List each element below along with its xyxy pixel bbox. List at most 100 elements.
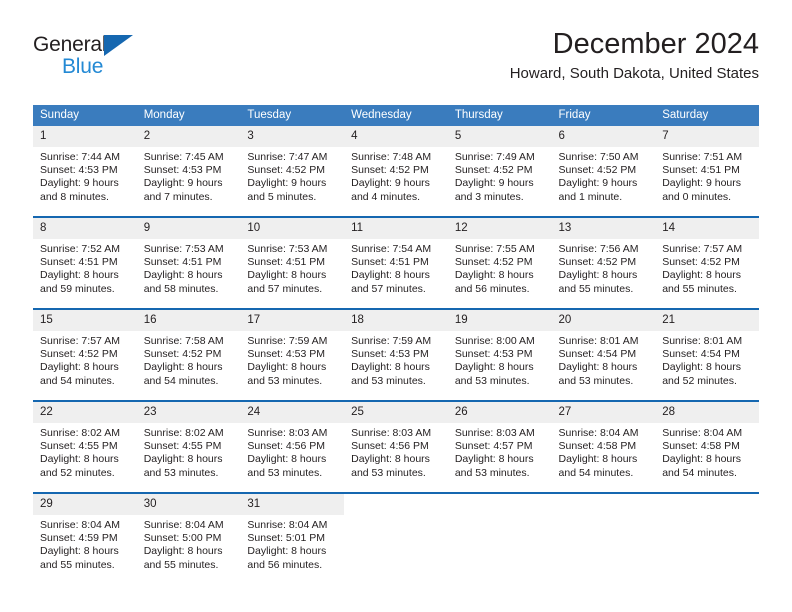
calendar-day-cell[interactable]: 23 Sunrise: 8:02 AM Sunset: 4:55 PM Dayligh… xyxy=(136,402,241,492)
day-sunset-text: Sunset: 4:53 PM xyxy=(454,348,533,361)
day-daylight2-text: and 53 minutes. xyxy=(143,466,219,479)
day-cell-inner: 11 Sunrise: 7:54 AM Sunset: 4:51 PM Dayligh… xyxy=(344,218,448,308)
calendar-day-cell[interactable]: 16 Sunrise: 7:58 AM Sunset: 4:52 PM Dayligh… xyxy=(136,310,241,400)
day-daylight2-text: and 5 minutes. xyxy=(247,190,317,203)
day-details: Sunrise: 7:57 AM Sunset: 4:52 PM Daylight:… xyxy=(655,239,759,296)
calendar-day-cell[interactable]: 17 Sunrise: 7:59 AM Sunset: 4:53 PM Dayligh… xyxy=(240,310,345,400)
day-daylight2-text: and 54 minutes. xyxy=(40,374,115,387)
day-sunrise-text: Sunrise: 7:58 AM xyxy=(143,335,224,347)
day-number: 8 xyxy=(33,218,137,239)
calendar-header-row: Sunday Monday Tuesday Wednesday Thursday… xyxy=(33,105,759,126)
day-number: 17 xyxy=(240,310,345,331)
day-number: 4 xyxy=(344,126,448,147)
day-cell-inner: 15 Sunrise: 7:57 AM Sunset: 4:52 PM Dayligh… xyxy=(33,310,137,400)
calendar-day-cell[interactable]: 6 Sunrise: 7:50 AM Sunset: 4:52 PM Daylight… xyxy=(551,126,656,216)
calendar-day-cell[interactable]: 5 Sunrise: 7:49 AM Sunset: 4:52 PM Daylight… xyxy=(447,126,552,216)
calendar-day-cell[interactable]: 22 Sunrise: 8:02 AM Sunset: 4:55 PM Dayligh… xyxy=(33,402,137,492)
day-cell-inner: 7 Sunrise: 7:51 AM Sunset: 4:51 PM Daylight… xyxy=(655,126,759,216)
day-daylight1-text: Daylight: 8 hours xyxy=(247,269,327,282)
day-details: Sunrise: 7:49 AM Sunset: 4:52 PM Daylight:… xyxy=(448,147,552,204)
day-daylight1-text: Daylight: 9 hours xyxy=(454,177,534,190)
calendar-day-cell[interactable]: 26 Sunrise: 8:03 AM Sunset: 4:57 PM Dayligh… xyxy=(447,402,552,492)
day-sunrise-text: Sunrise: 8:04 AM xyxy=(662,427,743,439)
day-details: Sunrise: 7:52 AM Sunset: 4:51 PM Daylight:… xyxy=(33,239,137,296)
calendar-day-cell[interactable]: 20 Sunrise: 8:01 AM Sunset: 4:54 PM Dayligh… xyxy=(551,310,656,400)
weekday-header-wednesday: Wednesday xyxy=(344,105,448,126)
day-daylight2-text: and 3 minutes. xyxy=(454,190,524,203)
day-cell-inner: 17 Sunrise: 7:59 AM Sunset: 4:53 PM Dayligh… xyxy=(240,310,345,400)
calendar-day-cell[interactable]: 21 Sunrise: 8:01 AM Sunset: 4:54 PM Dayligh… xyxy=(655,310,759,400)
calendar-day-cell[interactable]: 24 Sunrise: 8:03 AM Sunset: 4:56 PM Dayligh… xyxy=(240,402,345,492)
day-sunset-text: Sunset: 4:57 PM xyxy=(454,440,533,453)
day-cell-inner: 27 Sunrise: 8:04 AM Sunset: 4:58 PM Dayligh… xyxy=(551,402,656,492)
calendar-day-cell[interactable]: 15 Sunrise: 7:57 AM Sunset: 4:52 PM Dayligh… xyxy=(33,310,137,400)
day-daylight1-text: Daylight: 8 hours xyxy=(662,269,742,282)
day-sunrise-text: Sunrise: 8:02 AM xyxy=(40,427,120,439)
day-daylight1-text: Daylight: 8 hours xyxy=(558,453,638,466)
calendar-day-cell[interactable]: 12 Sunrise: 7:55 AM Sunset: 4:52 PM Dayligh… xyxy=(447,218,552,308)
calendar-day-cell[interactable]: 28 Sunrise: 8:04 AM Sunset: 4:58 PM Dayligh… xyxy=(655,402,759,492)
day-details: Sunrise: 8:04 AM Sunset: 4:58 PM Daylight:… xyxy=(552,423,656,480)
day-sunset-text: Sunset: 5:01 PM xyxy=(247,532,326,545)
generalblue-logo[interactable]: General Blue xyxy=(33,33,173,89)
calendar-day-cell[interactable]: 27 Sunrise: 8:04 AM Sunset: 4:58 PM Dayligh… xyxy=(551,402,656,492)
logo-triangle-icon xyxy=(104,35,133,56)
day-number: 13 xyxy=(551,218,656,239)
day-number: 10 xyxy=(240,218,345,239)
day-sunrise-text: Sunrise: 7:47 AM xyxy=(247,151,328,163)
day-daylight1-text: Daylight: 9 hours xyxy=(247,177,327,190)
calendar-day-cell[interactable]: 25 Sunrise: 8:03 AM Sunset: 4:56 PM Dayligh… xyxy=(344,402,448,492)
calendar-day-cell[interactable]: 10 Sunrise: 7:53 AM Sunset: 4:51 PM Dayligh… xyxy=(240,218,345,308)
day-sunrise-text: Sunrise: 8:02 AM xyxy=(143,427,224,439)
calendar-day-cell[interactable]: 9 Sunrise: 7:53 AM Sunset: 4:51 PM Daylight… xyxy=(136,218,241,308)
calendar-day-cell[interactable]: 4 Sunrise: 7:48 AM Sunset: 4:52 PM Daylight… xyxy=(344,126,448,216)
day-daylight1-text: Daylight: 8 hours xyxy=(40,269,119,282)
calendar-day-cell[interactable]: 31 Sunrise: 8:04 AM Sunset: 5:01 PM Dayligh… xyxy=(240,494,345,584)
calendar-day-cell[interactable]: 30 Sunrise: 8:04 AM Sunset: 5:00 PM Dayligh… xyxy=(136,494,241,584)
day-number: 26 xyxy=(447,402,552,423)
day-cell-inner: 28 Sunrise: 8:04 AM Sunset: 4:58 PM Dayligh… xyxy=(655,402,759,492)
day-cell-inner: 9 Sunrise: 7:53 AM Sunset: 4:51 PM Daylight… xyxy=(136,218,241,308)
calendar-day-cell[interactable]: 19 Sunrise: 8:00 AM Sunset: 4:53 PM Dayligh… xyxy=(447,310,552,400)
day-daylight2-text: and 4 minutes. xyxy=(351,190,420,203)
day-cell-inner xyxy=(552,494,656,584)
day-sunrise-text: Sunrise: 8:03 AM xyxy=(351,427,432,439)
day-details: Sunrise: 7:56 AM Sunset: 4:52 PM Daylight:… xyxy=(552,239,656,296)
day-details: Sunrise: 8:03 AM Sunset: 4:56 PM Daylight:… xyxy=(240,423,344,480)
day-sunset-text: Sunset: 4:51 PM xyxy=(662,164,740,177)
day-cell-inner: 4 Sunrise: 7:48 AM Sunset: 4:52 PM Daylight… xyxy=(344,126,448,216)
calendar-day-cell[interactable]: 1 Sunrise: 7:44 AM Sunset: 4:53 PM Daylight… xyxy=(33,126,137,216)
calendar-day-cell[interactable]: 29 Sunrise: 8:04 AM Sunset: 4:59 PM Dayligh… xyxy=(33,494,137,584)
day-sunrise-text: Sunrise: 7:52 AM xyxy=(40,243,120,255)
calendar-day-cell[interactable]: 7 Sunrise: 7:51 AM Sunset: 4:51 PM Daylight… xyxy=(655,126,759,216)
day-sunset-text: Sunset: 4:52 PM xyxy=(247,164,326,177)
calendar-day-cell[interactable]: 8 Sunrise: 7:52 AM Sunset: 4:51 PM Daylight… xyxy=(33,218,137,308)
location-subtitle: Howard, South Dakota, United States xyxy=(509,65,759,82)
logo-text-general: General xyxy=(33,33,107,56)
day-sunset-text: Sunset: 4:58 PM xyxy=(558,440,637,453)
day-details: Sunrise: 7:50 AM Sunset: 4:52 PM Daylight:… xyxy=(552,147,656,204)
day-sunrise-text: Sunrise: 7:56 AM xyxy=(558,243,639,255)
calendar-day-cell[interactable]: 13 Sunrise: 7:56 AM Sunset: 4:52 PM Dayligh… xyxy=(551,218,656,308)
calendar-day-cell[interactable]: 18 Sunrise: 7:59 AM Sunset: 4:53 PM Dayligh… xyxy=(344,310,448,400)
day-number: 16 xyxy=(136,310,241,331)
day-details: Sunrise: 7:58 AM Sunset: 4:52 PM Daylight:… xyxy=(137,331,241,388)
day-daylight2-text: and 55 minutes. xyxy=(558,282,634,295)
day-details: Sunrise: 8:04 AM Sunset: 4:58 PM Daylight:… xyxy=(655,423,759,480)
day-details: Sunrise: 7:44 AM Sunset: 4:53 PM Daylight:… xyxy=(33,147,137,204)
day-details: Sunrise: 7:54 AM Sunset: 4:51 PM Daylight:… xyxy=(344,239,448,296)
day-details: Sunrise: 7:45 AM Sunset: 4:53 PM Daylight:… xyxy=(137,147,241,204)
day-cell-inner xyxy=(655,494,759,584)
calendar-day-cell[interactable]: 14 Sunrise: 7:57 AM Sunset: 4:52 PM Dayligh… xyxy=(655,218,759,308)
weekday-header-tuesday: Tuesday xyxy=(240,105,345,126)
day-daylight2-text: and 54 minutes. xyxy=(662,466,737,479)
day-daylight2-text: and 55 minutes. xyxy=(143,558,219,571)
calendar-day-cell[interactable]: 2 Sunrise: 7:45 AM Sunset: 4:53 PM Daylight… xyxy=(136,126,241,216)
day-daylight2-text: and 52 minutes. xyxy=(40,466,115,479)
day-daylight1-text: Daylight: 8 hours xyxy=(143,545,223,558)
calendar-body: 1 Sunrise: 7:44 AM Sunset: 4:53 PM Daylight… xyxy=(33,126,759,584)
day-number: 25 xyxy=(344,402,448,423)
day-cell-inner: 22 Sunrise: 8:02 AM Sunset: 4:55 PM Dayligh… xyxy=(33,402,137,492)
calendar-day-cell[interactable]: 11 Sunrise: 7:54 AM Sunset: 4:51 PM Dayligh… xyxy=(344,218,448,308)
calendar-day-cell[interactable]: 3 Sunrise: 7:47 AM Sunset: 4:52 PM Daylight… xyxy=(240,126,345,216)
